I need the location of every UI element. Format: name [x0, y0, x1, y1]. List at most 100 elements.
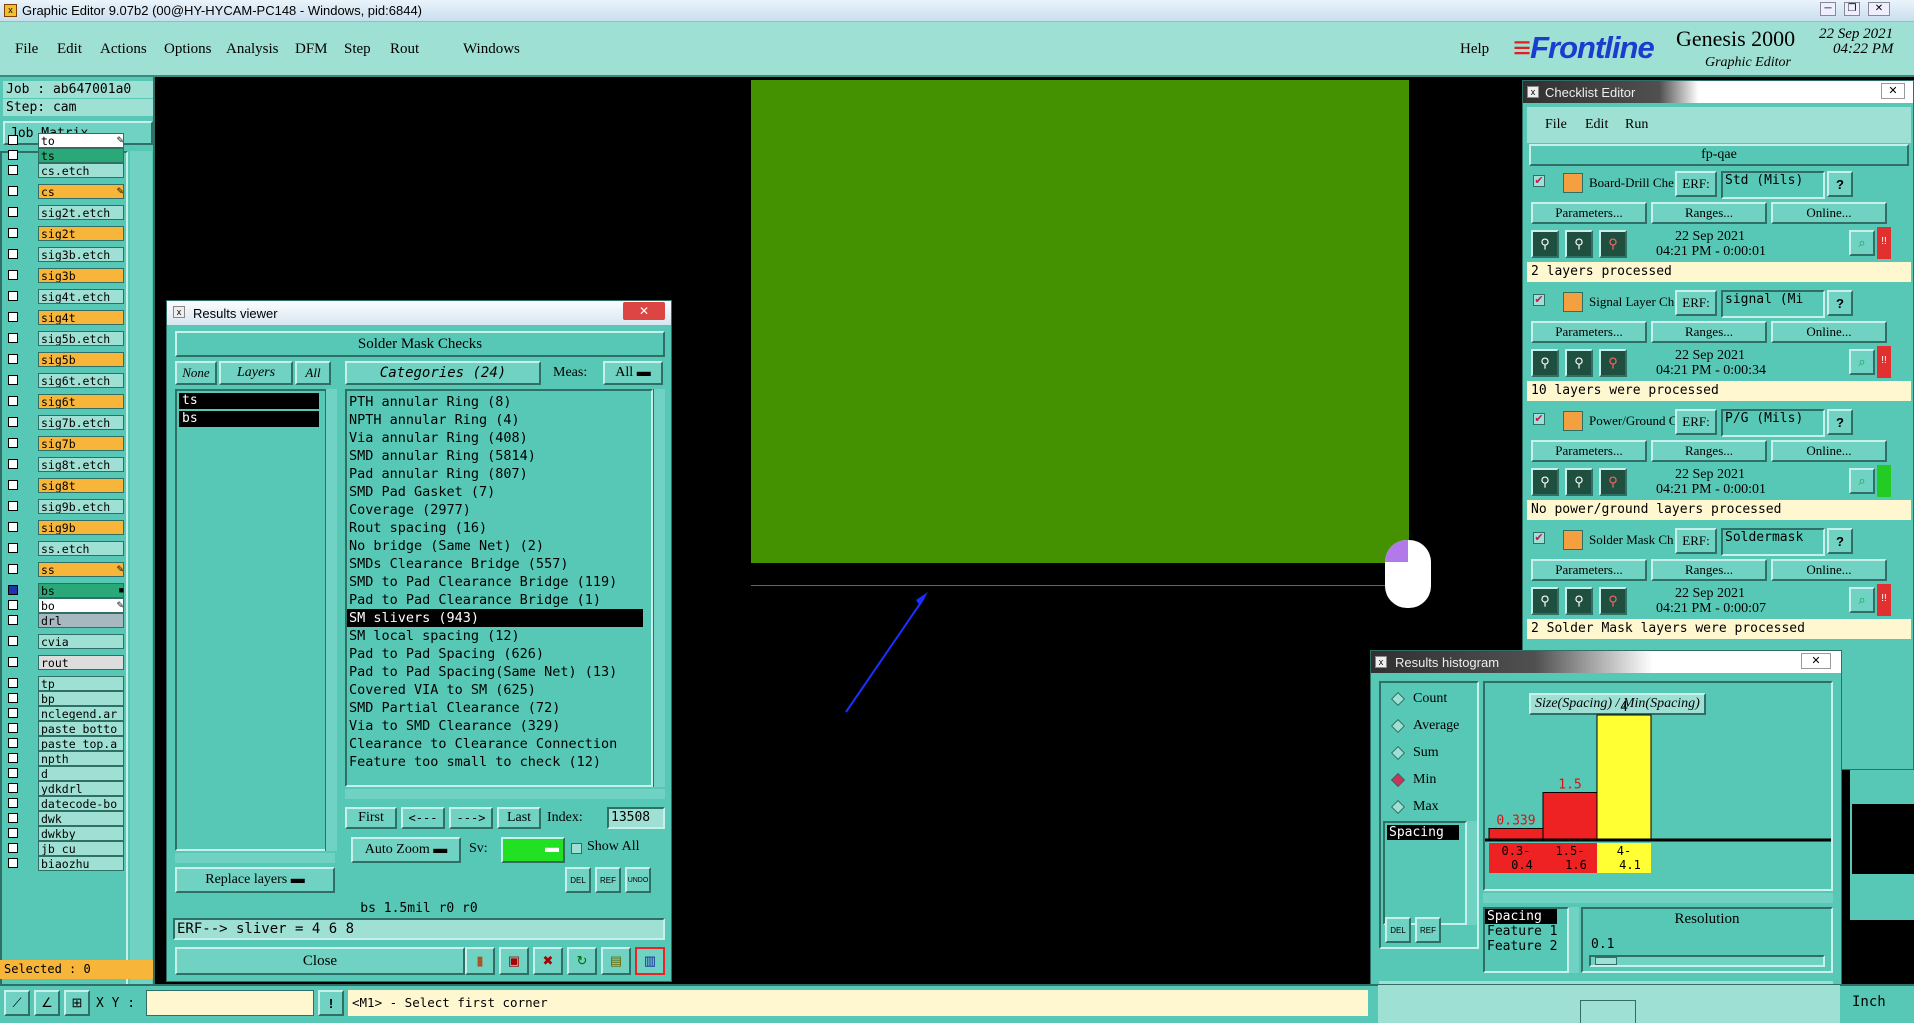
layer-checkbox[interactable] — [8, 207, 18, 217]
categories-list[interactable]: PTH annular Ring (8) NPTH annular Ring (4… — [345, 389, 653, 787]
layer-checkbox[interactable] — [8, 135, 18, 145]
ranges-button[interactable]: Ranges... — [1651, 202, 1767, 224]
layer-checkbox[interactable] — [8, 480, 18, 490]
category-item[interactable]: SMD to Pad Clearance Bridge (119) — [347, 573, 617, 591]
layer-row-sig4t-etch[interactable]: sig4t.etch — [8, 287, 126, 305]
erf-value[interactable]: Soldermask — [1721, 528, 1825, 556]
attr-feature-2[interactable]: Feature 2 — [1485, 939, 1567, 954]
parameters-button[interactable]: Parameters... — [1531, 559, 1647, 581]
index-input[interactable]: 13508 — [607, 807, 665, 829]
layer-checkbox[interactable] — [8, 291, 18, 301]
run-step-icon[interactable]: ⚲ — [1565, 587, 1593, 615]
layer-checkbox[interactable] — [8, 396, 18, 406]
checklist-menu-edit[interactable]: Edit — [1585, 117, 1608, 133]
category-item[interactable]: SMD annular Ring (5814) — [347, 447, 536, 465]
zoom-results-icon[interactable]: ⌕ — [1849, 349, 1875, 375]
close-button[interactable]: Close — [175, 947, 465, 975]
mode-radio-min[interactable]: Min — [1390, 772, 1436, 788]
histogram-icon[interactable]: ▥ — [635, 947, 665, 975]
categories-vscroll[interactable] — [653, 389, 665, 787]
maximize-button[interactable]: ❐ — [1844, 2, 1860, 16]
run-icon[interactable]: ⚲ — [1531, 587, 1559, 615]
layer-checkbox[interactable] — [8, 783, 18, 793]
layer-name[interactable]: sig7b — [38, 435, 124, 451]
run-all-icon[interactable]: ⚲ — [1599, 587, 1627, 615]
online-button[interactable]: Online... — [1771, 440, 1887, 462]
layer-name[interactable]: sig3b — [38, 267, 124, 283]
run-icon[interactable]: ⚲ — [1531, 468, 1559, 496]
layer-checkbox[interactable] — [8, 858, 18, 868]
measure-icon[interactable]: ∠ — [34, 990, 60, 1016]
xy-input[interactable] — [146, 990, 314, 1016]
category-item[interactable]: Pad to Pad Clearance Bridge (1) — [347, 591, 601, 609]
layer-name[interactable]: sig5b.etch — [38, 330, 124, 346]
layer-row-sig8t[interactable]: sig8t — [8, 476, 126, 494]
menu-edit[interactable]: Edit — [57, 41, 82, 58]
show-all-checkbox[interactable] — [571, 843, 582, 854]
histogram-bar[interactable] — [1542, 792, 1598, 840]
attr-select-vscroll[interactable] — [1569, 907, 1579, 973]
resolution-slider-thumb[interactable] — [1595, 957, 1617, 965]
minimize-button[interactable]: ─ — [1820, 2, 1836, 16]
layer-name[interactable]: sig3b.etch — [38, 246, 124, 262]
mode-radio-average[interactable]: Average — [1390, 718, 1459, 734]
mode-radio-max[interactable]: Max — [1390, 799, 1439, 815]
layer-name[interactable]: cs — [38, 183, 124, 199]
layer-row-drl[interactable]: drl — [8, 611, 126, 629]
close-window-button[interactable]: ✕ — [1868, 2, 1890, 16]
zoom-results-icon[interactable]: ⌕ — [1849, 468, 1875, 494]
layer-name[interactable]: ss — [38, 561, 124, 577]
histogram-bar[interactable] — [1488, 827, 1544, 840]
histogram-ref-icon[interactable]: REF — [1415, 917, 1441, 943]
ref-icon[interactable]: REF — [595, 867, 621, 893]
layer-checkbox[interactable] — [8, 186, 18, 196]
checklist-menu-run[interactable]: Run — [1625, 117, 1648, 133]
layer-checkbox[interactable] — [8, 708, 18, 718]
report-icon[interactable]: ▤ — [601, 947, 631, 975]
layer-checkbox[interactable] — [8, 813, 18, 823]
layer-checkbox[interactable] — [8, 522, 18, 532]
grid-icon[interactable]: ⊞ — [64, 990, 90, 1016]
layer-row-cvia[interactable]: cvia — [8, 632, 126, 650]
layer-checkbox[interactable] — [8, 354, 18, 364]
layer-row-cs[interactable]: cs ✎ — [8, 182, 126, 200]
category-item[interactable]: Via annular Ring (408) — [347, 429, 528, 447]
replace-layers-dropdown[interactable]: Replace layers ▬ — [175, 867, 335, 893]
run-step-icon[interactable]: ⚲ — [1565, 349, 1593, 377]
layer-row-sig9b[interactable]: sig9b — [8, 518, 126, 536]
layer-row-sig2t-etch[interactable]: sig2t.etch — [8, 203, 126, 221]
layer-row-ss[interactable]: ss ✎ — [8, 560, 126, 578]
category-item[interactable]: Rout spacing (16) — [347, 519, 487, 537]
help-icon[interactable]: ? — [1827, 290, 1853, 316]
action-checkbox[interactable]: ✔ — [1533, 413, 1545, 425]
results-viewer-close-icon[interactable]: ✕ — [623, 302, 665, 320]
layer-checkbox[interactable] — [8, 543, 18, 553]
erf-value[interactable]: signal (Mi — [1721, 290, 1825, 318]
layer-checkbox[interactable] — [8, 768, 18, 778]
layers-button[interactable]: Layers — [219, 361, 293, 385]
online-button[interactable]: Online... — [1771, 559, 1887, 581]
run-icon[interactable]: ⚲ — [1531, 349, 1559, 377]
category-item[interactable]: SM slivers (943) — [347, 609, 643, 627]
layer-name[interactable]: drl — [38, 612, 124, 628]
layer-name[interactable]: sig4t — [38, 309, 124, 325]
action-checkbox[interactable]: ✔ — [1533, 294, 1545, 306]
layer-list-hscroll[interactable] — [175, 853, 335, 863]
run-all-icon[interactable]: ⚲ — [1599, 230, 1627, 258]
layer-name[interactable]: cvia — [38, 633, 124, 649]
category-item[interactable]: SMDs Clearance Bridge (557) — [347, 555, 568, 573]
run-all-icon[interactable]: ⚲ — [1599, 349, 1627, 377]
layer-list-scrollbar[interactable] — [130, 151, 152, 1003]
layer-row-sig5b-etch[interactable]: sig5b.etch — [8, 329, 126, 347]
film-icon[interactable]: ▣ — [499, 947, 529, 975]
parameters-button[interactable]: Parameters... — [1531, 321, 1647, 343]
category-item[interactable]: SMD Partial Clearance (72) — [347, 699, 560, 717]
layer-row-sig7b[interactable]: sig7b — [8, 434, 126, 452]
run-step-icon[interactable]: ⚲ — [1565, 230, 1593, 258]
categories-hscroll[interactable] — [345, 789, 665, 799]
category-item[interactable]: SMD Pad Gasket (7) — [347, 483, 495, 501]
layer-name[interactable]: rout — [38, 654, 124, 670]
layer-row-sig8t-etch[interactable]: sig8t.etch — [8, 455, 126, 473]
layer-name[interactable]: biaozhu — [38, 855, 124, 871]
chart-icon[interactable]: ▮ — [465, 947, 495, 975]
